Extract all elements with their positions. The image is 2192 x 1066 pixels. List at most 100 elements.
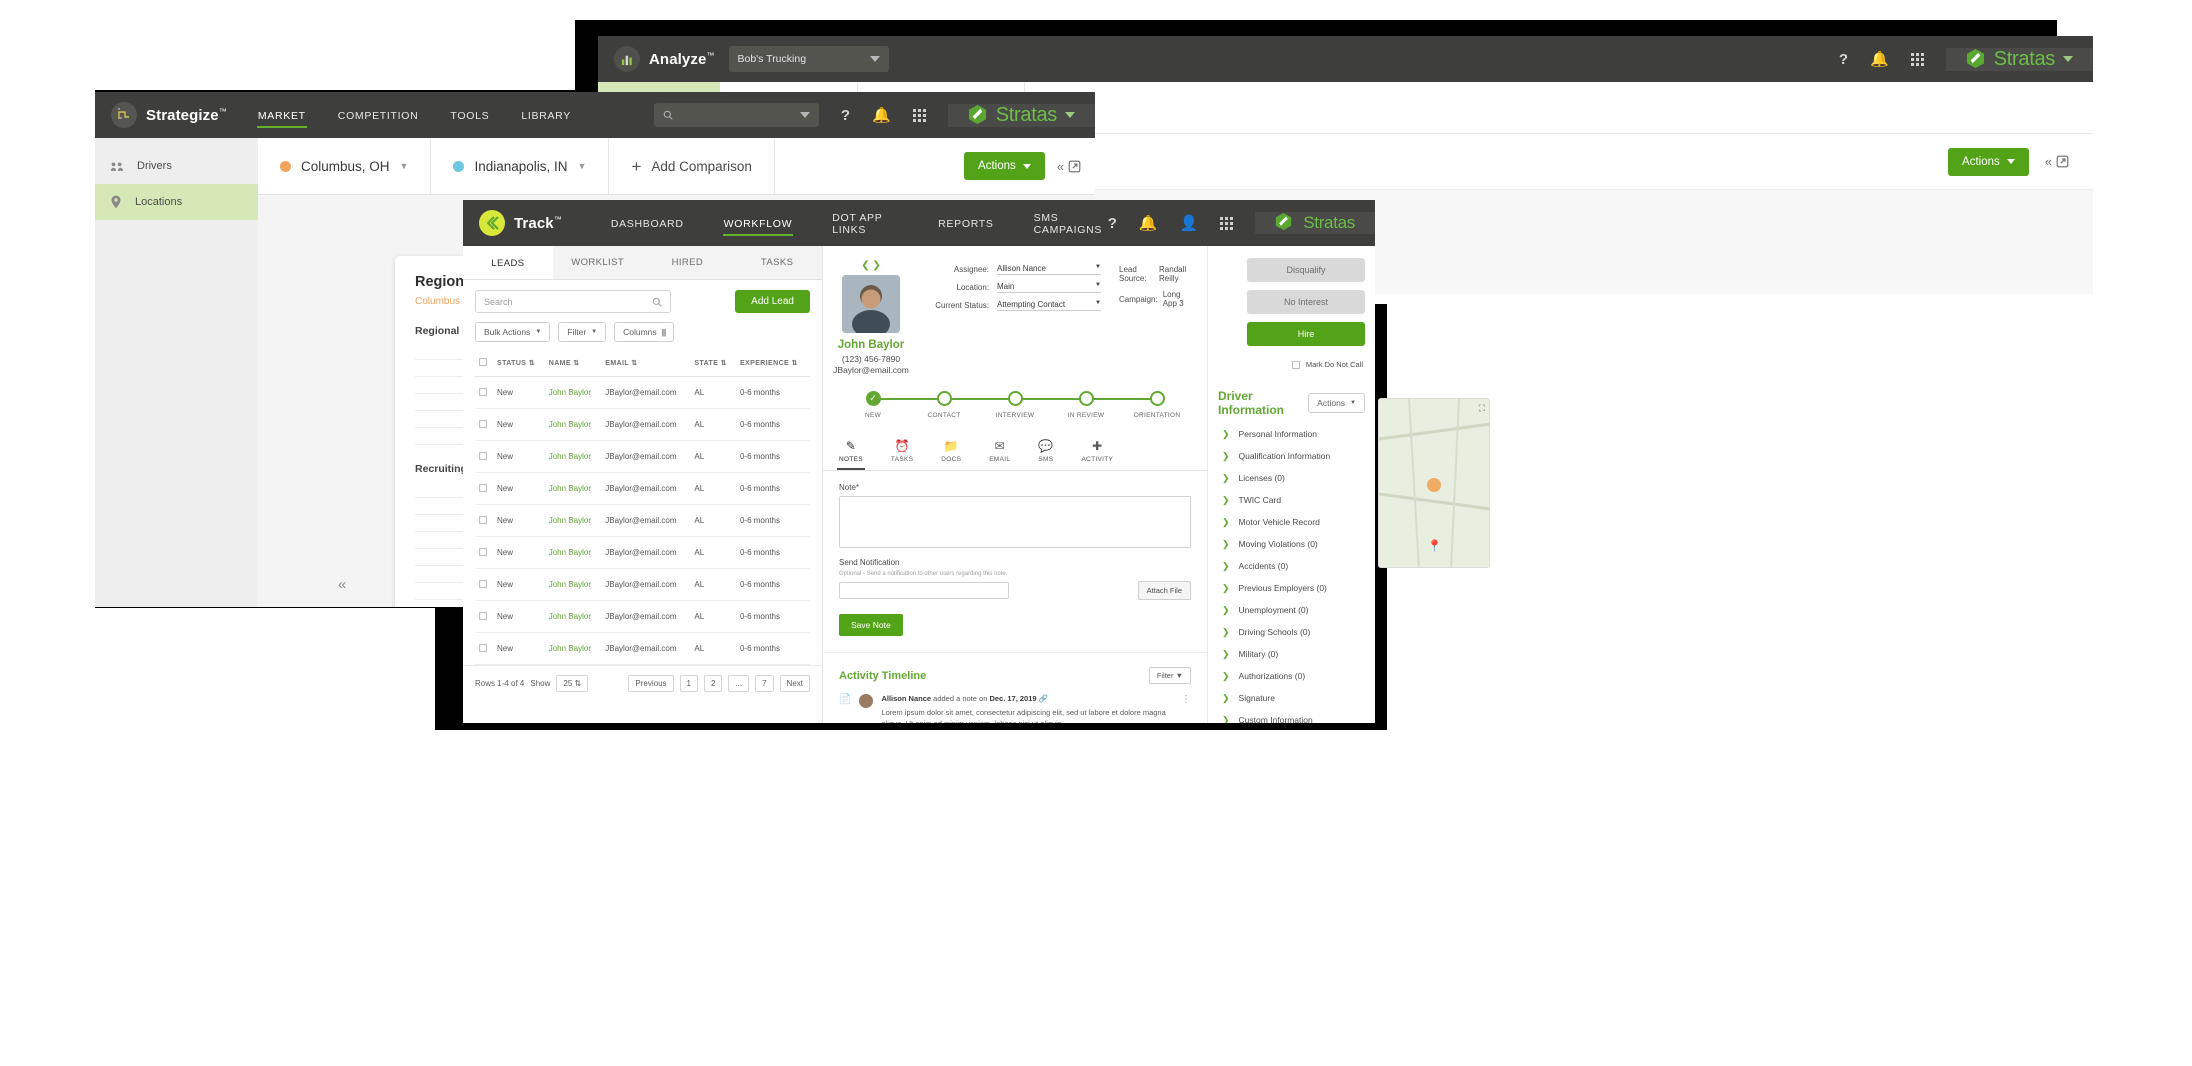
driver-info-item[interactable]: ❯ Unemployment (0): [1218, 599, 1365, 621]
tab-worklist[interactable]: WORKLIST: [553, 246, 643, 279]
driver-info-actions-button[interactable]: Actions ▼: [1308, 393, 1365, 413]
actions-button[interactable]: Actions: [1948, 147, 2029, 176]
driver-info-item[interactable]: ❯ Driving Schools (0): [1218, 621, 1365, 643]
table-row[interactable]: New John Baylor JBaylor@email.com AL 0-6 mon…: [475, 600, 810, 633]
col-experience[interactable]: EXPERIENCE ⇅: [735, 350, 810, 377]
page-2-button[interactable]: 2: [703, 675, 723, 692]
tab-activity[interactable]: ✚ ACTIVITY: [1080, 431, 1116, 470]
filter-button[interactable]: Filter ▼: [558, 322, 607, 342]
driver-info-item[interactable]: ❯ Personal Information: [1218, 423, 1365, 445]
panel-collapse-control[interactable]: «: [2045, 154, 2069, 169]
tab-docs[interactable]: 📁 DOCS: [939, 431, 963, 470]
driver-info-item[interactable]: ❯ Accidents (0): [1218, 555, 1365, 577]
row-checkbox[interactable]: [479, 451, 487, 460]
table-row[interactable]: New John Baylor JBaylor@email.com AL 0-6 mon…: [475, 376, 810, 409]
select-all-checkbox[interactable]: [479, 358, 487, 366]
stratas-account-menu[interactable]: Stratas: [947, 103, 1095, 127]
page-1-button[interactable]: 1: [679, 675, 698, 692]
apps-grid-icon[interactable]: [1220, 216, 1234, 230]
no-interest-button[interactable]: No Interest: [1247, 290, 1365, 314]
chevron-down-icon[interactable]: ▼: [578, 161, 587, 171]
page-size-select[interactable]: 25 ⇅: [556, 675, 589, 692]
attach-file-button[interactable]: Attach File: [1137, 581, 1191, 600]
driver-info-item[interactable]: ❯ Previous Employers (0): [1218, 577, 1365, 599]
nav-market[interactable]: MARKET: [256, 104, 307, 128]
disqualify-button[interactable]: Disqualify: [1247, 258, 1365, 282]
location-value[interactable]: Main ▼: [997, 282, 1101, 293]
driver-info-item[interactable]: ❯ TWIC Card: [1218, 489, 1365, 511]
driver-info-item[interactable]: ❯ Authorizations (0): [1218, 665, 1365, 687]
driver-info-item[interactable]: ❯ Licenses (0): [1218, 467, 1365, 489]
map-expand-icon[interactable]: ⛶: [1479, 403, 1485, 414]
help-icon[interactable]: ?: [841, 108, 850, 123]
hire-button[interactable]: Hire: [1247, 322, 1365, 346]
table-row[interactable]: New John Baylor JBaylor@email.com AL 0-6 mon…: [475, 408, 810, 441]
assignee-field[interactable]: Assignee: Allison Nance ▼: [921, 264, 1101, 275]
col-state[interactable]: STATE ⇅: [690, 350, 736, 377]
comparison-tab-columbus[interactable]: Columbus, OH ▼: [258, 138, 432, 194]
status-value[interactable]: Attempting Contact ▼: [997, 300, 1101, 311]
stratas-account-menu[interactable]: Stratas: [1255, 212, 1375, 234]
nav-sms-campaigns[interactable]: SMS CAMPAIGNS: [1033, 206, 1108, 241]
col-status[interactable]: STATUS ⇅: [493, 350, 545, 377]
row-checkbox[interactable]: [479, 515, 487, 524]
bulk-actions-button[interactable]: Bulk Actions ▼: [475, 322, 551, 342]
user-icon[interactable]: 👤: [1180, 216, 1199, 231]
nav-library[interactable]: LIBRARY: [520, 104, 572, 127]
table-row[interactable]: New John Baylor JBaylor@email.com AL 0-6 mon…: [475, 472, 810, 505]
col-name[interactable]: NAME ⇅: [544, 350, 602, 377]
row-checkbox[interactable]: [479, 419, 487, 428]
driver-info-item[interactable]: ❯ Qualification Information: [1218, 445, 1365, 467]
tab-sms[interactable]: 💬 SMS: [1036, 431, 1055, 470]
stage-orientation[interactable]: ORIENTATION: [1123, 391, 1191, 419]
help-icon[interactable]: ?: [1108, 216, 1117, 231]
row-checkbox[interactable]: [479, 547, 487, 556]
actions-button[interactable]: Actions: [964, 152, 1045, 180]
table-row[interactable]: New John Baylor JBaylor@email.com AL 0-6 mon…: [475, 504, 810, 537]
stage-in-review[interactable]: IN REVIEW: [1052, 391, 1120, 419]
panel-collapse-control[interactable]: «: [1057, 159, 1081, 174]
table-row[interactable]: New John Baylor JBaylor@email.com AL 0-6 mon…: [475, 440, 810, 473]
sidebar-item-drivers[interactable]: Drivers: [95, 148, 258, 184]
sidebar-collapse-icon[interactable]: «: [338, 576, 346, 593]
tab-email[interactable]: ✉ EMAIL: [987, 431, 1012, 470]
bell-icon[interactable]: 🔔: [872, 108, 891, 123]
apps-grid-icon[interactable]: [1910, 52, 1924, 66]
nav-competition[interactable]: COMPETITION: [337, 104, 420, 127]
assignee-value[interactable]: Allison Nance ▼: [997, 264, 1101, 275]
col-email[interactable]: EMAIL ⇅: [601, 350, 691, 377]
nav-workflow[interactable]: WORKFLOW: [722, 212, 794, 236]
search-input[interactable]: Search: [475, 290, 671, 313]
nav-dot-app-links[interactable]: DOT APP LINKS: [831, 206, 899, 241]
stage-new[interactable]: ✓ NEW: [839, 391, 907, 419]
tab-tasks[interactable]: ⏰ TASKS: [889, 431, 915, 470]
timeline-menu-icon[interactable]: ⋮: [1181, 694, 1191, 723]
driver-info-item[interactable]: ❯ Signature: [1218, 687, 1365, 709]
chevron-down-icon[interactable]: ▼: [400, 161, 409, 171]
search-input[interactable]: [653, 103, 819, 127]
save-note-button[interactable]: Save Note: [839, 614, 903, 636]
page-7-button[interactable]: 7: [755, 675, 774, 692]
add-comparison-button[interactable]: + Add Comparison: [609, 138, 775, 194]
tab-notes[interactable]: ✎ NOTES: [837, 431, 865, 470]
account-selector[interactable]: Bob's Trucking: [728, 46, 889, 72]
bell-icon[interactable]: 🔔: [1870, 52, 1889, 67]
table-row[interactable]: New John Baylor JBaylor@email.com AL 0-6 mon…: [475, 632, 810, 665]
stage-interview[interactable]: INTERVIEW: [981, 391, 1049, 419]
tab-leads[interactable]: LEADS: [463, 246, 553, 279]
table-row[interactable]: New John Baylor JBaylor@email.com AL 0-6 mon…: [475, 536, 810, 569]
driver-info-item[interactable]: ❯ Custom Information: [1218, 709, 1365, 724]
nav-dashboard[interactable]: DASHBOARD: [610, 212, 685, 235]
nav-reports[interactable]: REPORTS: [937, 212, 994, 235]
location-field[interactable]: Location: Main ▼: [921, 282, 1101, 293]
link-icon[interactable]: 🔗: [1039, 694, 1048, 703]
driver-info-item[interactable]: ❯ Motor Vehicle Record: [1218, 511, 1365, 533]
next-page-button[interactable]: Next: [779, 675, 810, 692]
previous-page-button[interactable]: Previous: [628, 675, 674, 692]
driver-info-item[interactable]: ❯ Military (0): [1218, 643, 1365, 665]
tab-tasks[interactable]: TASKS: [732, 246, 822, 279]
tab-hired[interactable]: HIRED: [643, 246, 733, 279]
status-field[interactable]: Current Status: Attempting Contact ▼: [921, 300, 1101, 311]
mark-do-not-call-row[interactable]: Mark Do Not Call: [1291, 360, 1363, 369]
help-icon[interactable]: ?: [1839, 52, 1848, 67]
